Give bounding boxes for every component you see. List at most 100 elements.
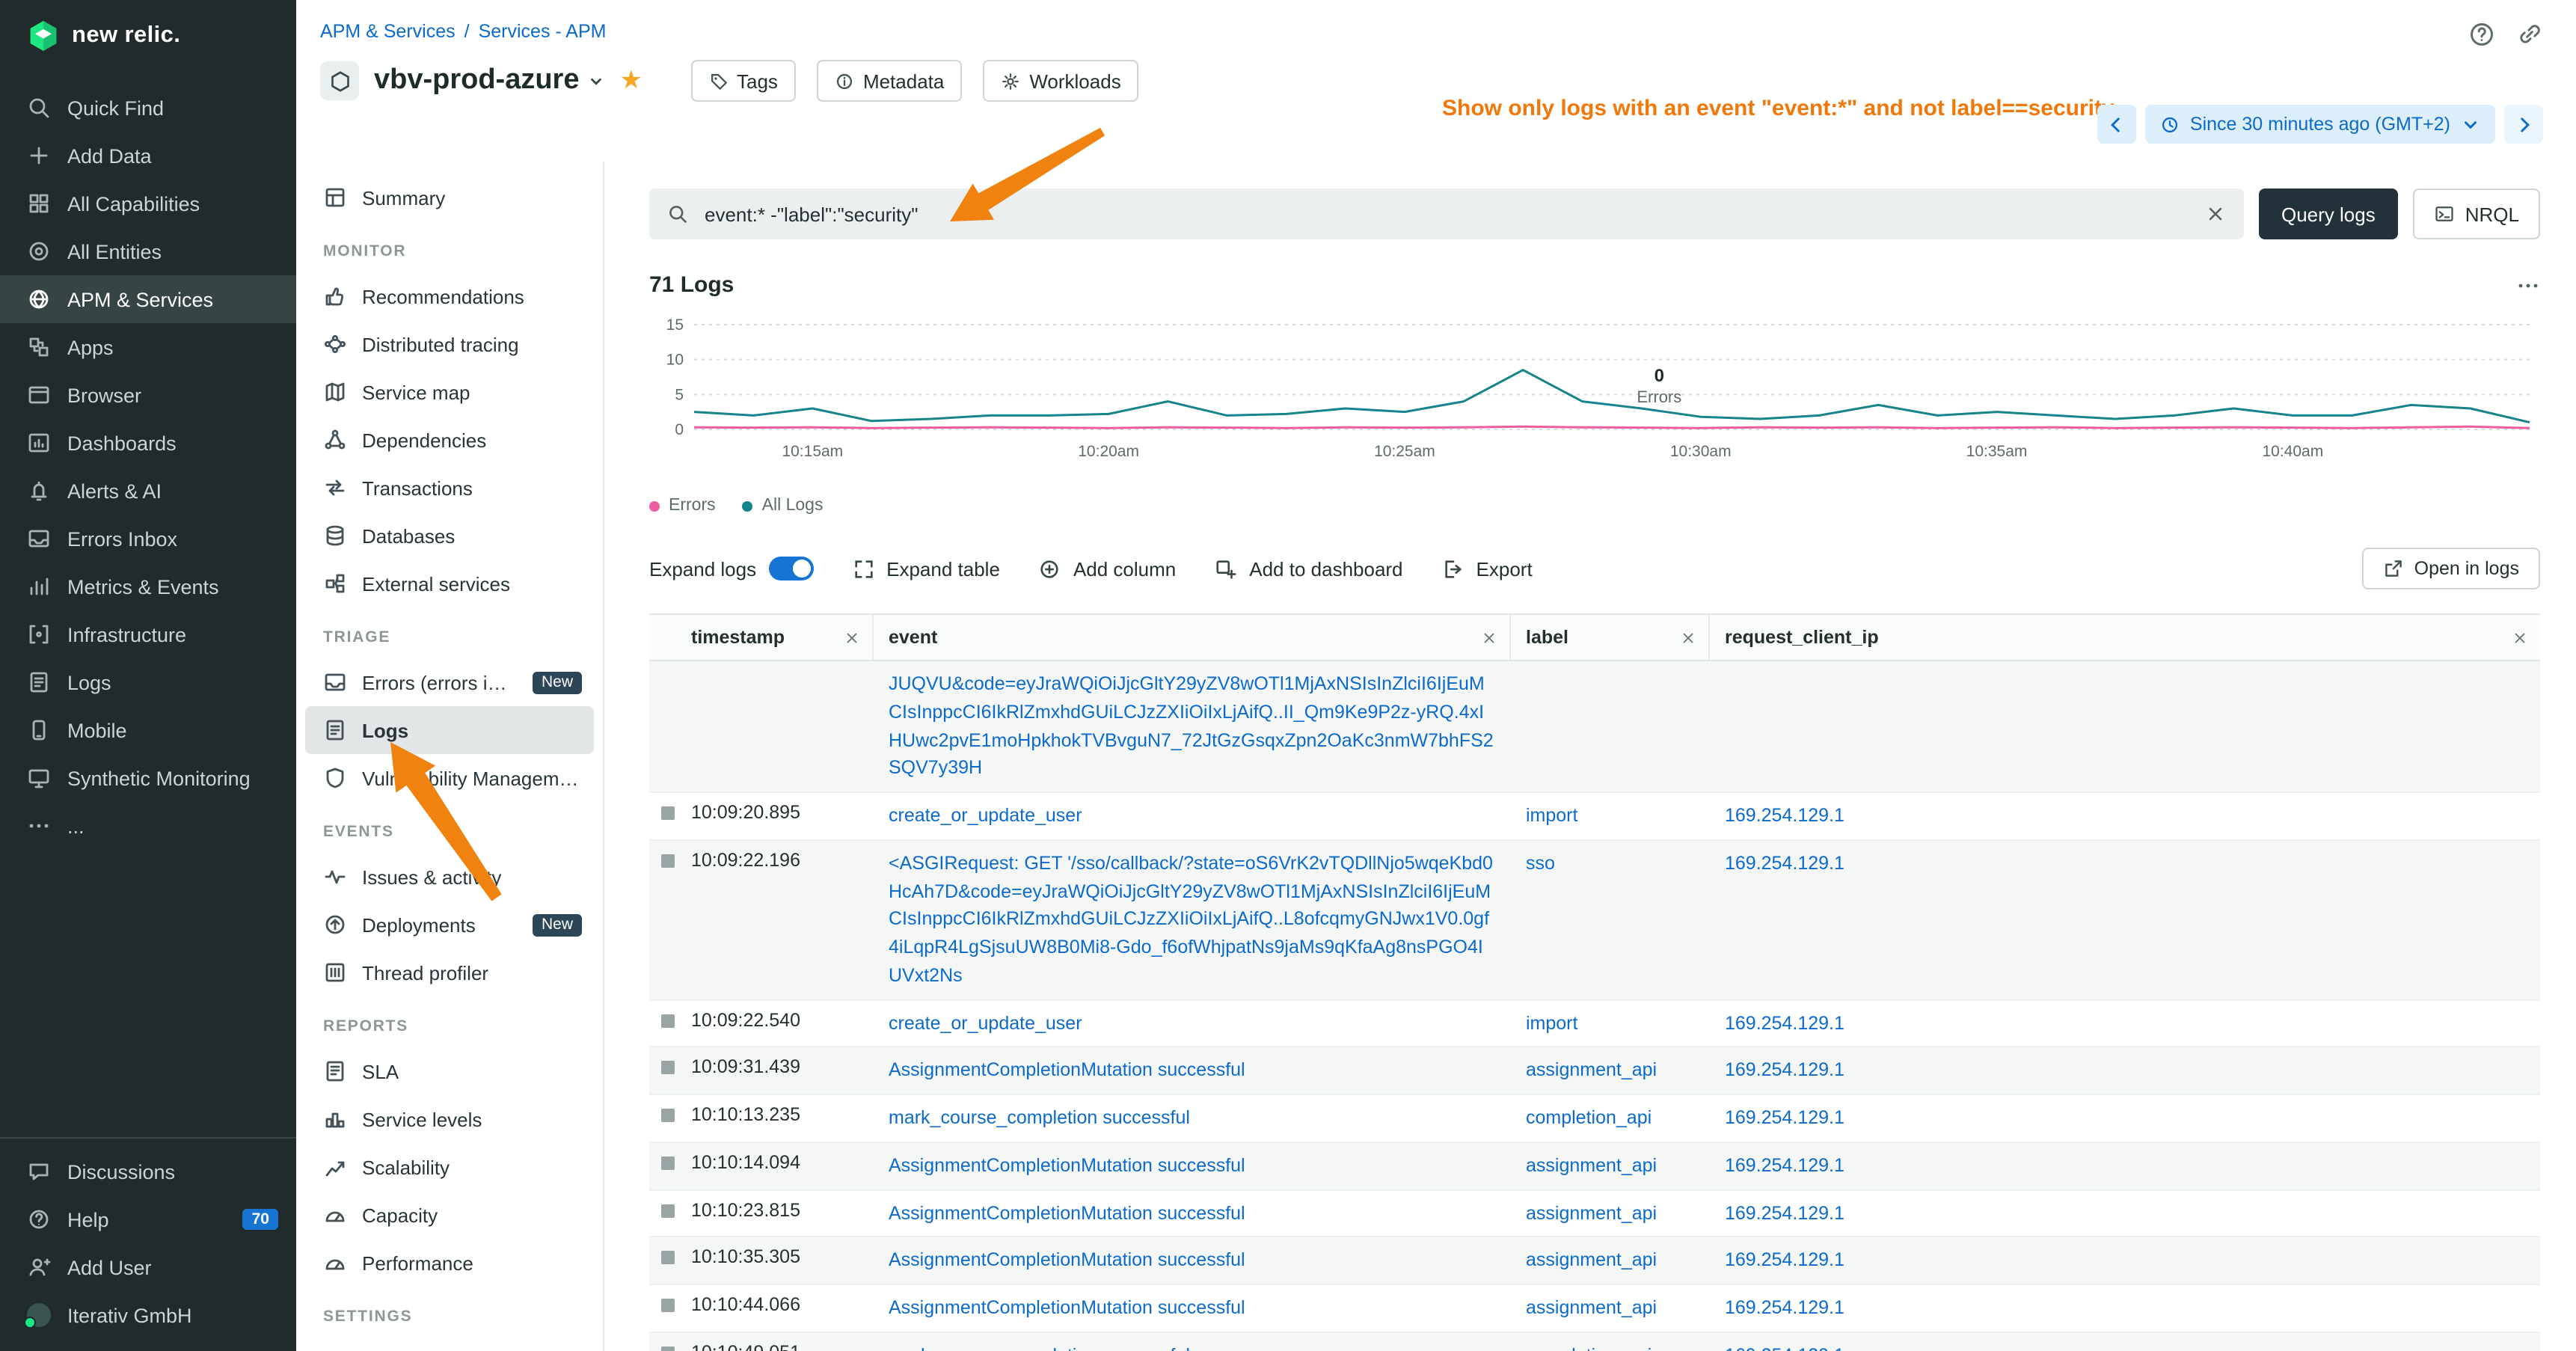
sidebar-item-mobile[interactable]: Mobile <box>0 706 296 754</box>
log-query-input[interactable] <box>702 201 2192 227</box>
add-column-button[interactable]: Add column <box>1039 557 1176 580</box>
subnav-item-sla[interactable]: SLA <box>305 1047 594 1095</box>
clear-column-icon[interactable] <box>844 629 860 646</box>
ip-link[interactable]: 169.254.129.1 <box>1725 853 1844 874</box>
breadcrumb-link-apm[interactable]: APM & Services <box>320 21 456 42</box>
ip-link[interactable]: 169.254.129.1 <box>1725 805 1844 826</box>
export-button[interactable]: Export <box>1442 557 1533 580</box>
time-back-button[interactable] <box>2097 105 2136 144</box>
favorite-star-icon[interactable]: ★ <box>620 66 643 96</box>
subnav-item-logs[interactable]: Logs <box>305 706 594 754</box>
row-checkbox[interactable] <box>661 1062 675 1075</box>
subnav-item-databases[interactable]: Databases <box>305 512 594 560</box>
expand-logs-toggle[interactable] <box>768 557 813 580</box>
subnav-item-transactions[interactable]: Transactions <box>305 464 594 512</box>
row-checkbox[interactable] <box>661 854 675 868</box>
subnav-item-performance[interactable]: Performance <box>305 1239 594 1287</box>
clear-column-icon[interactable] <box>1680 629 1696 646</box>
subnav-item-scalability[interactable]: Scalability <box>305 1143 594 1191</box>
ip-link[interactable]: 169.254.129.1 <box>1725 1012 1844 1033</box>
subnav-item-errors-errors-inb[interactable]: Errors (errors inb...New <box>305 658 594 706</box>
permalink-icon[interactable] <box>2516 21 2543 48</box>
row-checkbox[interactable] <box>661 806 675 820</box>
sidebar-item-add-data[interactable]: Add Data <box>0 132 296 180</box>
sidebar-item-apm-services[interactable]: APM & Services <box>0 275 296 323</box>
event-link[interactable]: mark_course_completion successful <box>889 1107 1190 1128</box>
sidebar-item-errors-inbox[interactable]: Errors Inbox <box>0 515 296 563</box>
clear-column-icon[interactable] <box>2512 629 2528 646</box>
log-table-row[interactable]: 10:09:22.196<ASGIRequest: GET '/sso/call… <box>649 841 2540 1001</box>
sidebar-item-more[interactable]: ... <box>0 802 296 850</box>
breadcrumb-link-services[interactable]: Services - APM <box>479 21 607 42</box>
legend-item-all-logs[interactable]: All Logs <box>743 497 824 515</box>
subnav-item-deployments[interactable]: DeploymentsNew <box>305 901 594 949</box>
event-link[interactable]: AssignmentCompletionMutation successful <box>889 1060 1245 1081</box>
sidebar-item-apps[interactable]: Apps <box>0 323 296 371</box>
log-table-row[interactable]: 10:10:44.066AssignmentCompletionMutation… <box>649 1285 2540 1333</box>
open-in-logs-button[interactable]: Open in logs <box>2362 548 2540 589</box>
sidebar-item-iterativ-gmbh[interactable]: Iterativ GmbH <box>0 1291 296 1339</box>
label-link[interactable]: import <box>1526 805 1577 826</box>
metadata-button[interactable]: Metadata <box>817 60 962 102</box>
ip-link[interactable]: 169.254.129.1 <box>1725 1345 1844 1351</box>
sidebar-item-all-capabilities[interactable]: All Capabilities <box>0 180 296 227</box>
subnav-item-issues-activity[interactable]: Issues & activity <box>305 853 594 901</box>
row-checkbox[interactable] <box>661 1109 675 1122</box>
log-table-row[interactable]: 10:09:22.540create_or_update_userimport1… <box>649 1000 2540 1048</box>
ip-link[interactable]: 169.254.129.1 <box>1725 1060 1844 1081</box>
log-table-row[interactable]: 10:09:20.895create_or_update_userimport1… <box>649 793 2540 841</box>
subnav-item-capacity[interactable]: Capacity <box>305 1191 594 1239</box>
ip-link[interactable]: 169.254.129.1 <box>1725 1297 1844 1318</box>
legend-item-errors[interactable]: Errors <box>649 497 716 515</box>
query-logs-button[interactable]: Query logs <box>2259 189 2398 239</box>
subnav-item-service-levels[interactable]: Service levels <box>305 1095 594 1143</box>
event-link[interactable]: <ASGIRequest: GET '/sso/callback/?state=… <box>889 853 1493 986</box>
subnav-item-vulnerability-management[interactable]: Vulnerability Management <box>305 754 594 802</box>
sidebar-item-dashboards[interactable]: Dashboards <box>0 419 296 467</box>
log-table-row[interactable]: 10:10:49.051mark_course_completion succe… <box>649 1333 2540 1351</box>
event-link[interactable]: AssignmentCompletionMutation successful <box>889 1155 1245 1176</box>
label-link[interactable]: completion_api <box>1526 1107 1652 1128</box>
event-link[interactable]: JUQVU&code=eyJraWQiOiJjcGltY29yZV8wOTl1M… <box>889 673 1494 779</box>
subnav-item-dependencies[interactable]: Dependencies <box>305 416 594 464</box>
label-link[interactable]: assignment_api <box>1526 1297 1657 1318</box>
row-checkbox[interactable] <box>661 1299 675 1312</box>
subnav-item-service-map[interactable]: Service map <box>305 368 594 416</box>
ip-link[interactable]: 169.254.129.1 <box>1725 1155 1844 1176</box>
sidebar-item-infrastructure[interactable]: Infrastructure <box>0 610 296 658</box>
add-to-dashboard-button[interactable]: Add to dashboard <box>1215 557 1402 580</box>
row-checkbox[interactable] <box>661 1204 675 1217</box>
subnav-item-external-services[interactable]: External services <box>305 560 594 607</box>
label-link[interactable]: import <box>1526 1012 1577 1033</box>
event-link[interactable]: AssignmentCompletionMutation successful <box>889 1250 1245 1271</box>
log-table-row[interactable]: 10:10:23.815AssignmentCompletionMutation… <box>649 1190 2540 1238</box>
row-checkbox[interactable] <box>661 1157 675 1170</box>
more-options-icon[interactable] <box>2516 273 2540 297</box>
workloads-button[interactable]: Workloads <box>983 60 1138 102</box>
time-forward-button[interactable] <box>2504 105 2543 144</box>
log-table-row[interactable]: 10:10:14.094AssignmentCompletionMutation… <box>649 1143 2540 1191</box>
label-link[interactable]: completion_api <box>1526 1345 1652 1351</box>
event-link[interactable]: AssignmentCompletionMutation successful <box>889 1297 1245 1318</box>
sidebar-item-add-user[interactable]: Add User <box>0 1243 296 1291</box>
ip-link[interactable]: 169.254.129.1 <box>1725 1250 1844 1271</box>
clear-column-icon[interactable] <box>1481 629 1497 646</box>
label-link[interactable]: assignment_api <box>1526 1250 1657 1271</box>
sidebar-item-help[interactable]: Help70 <box>0 1195 296 1243</box>
sidebar-item-logs[interactable]: Logs <box>0 658 296 706</box>
clear-query-icon[interactable] <box>2205 203 2226 224</box>
event-link[interactable]: create_or_update_user <box>889 805 1082 826</box>
event-link[interactable]: create_or_update_user <box>889 1012 1082 1033</box>
entity-title-dropdown[interactable]: vbv-prod-azure <box>374 64 605 97</box>
label-link[interactable]: sso <box>1526 853 1555 874</box>
sidebar-item-quick-find[interactable]: Quick Find <box>0 84 296 132</box>
subnav-item-distributed-tracing[interactable]: Distributed tracing <box>305 320 594 368</box>
sidebar-item-alerts-ai[interactable]: Alerts & AI <box>0 467 296 515</box>
label-link[interactable]: assignment_api <box>1526 1060 1657 1081</box>
subnav-item-summary[interactable]: Summary <box>305 174 594 221</box>
row-checkbox[interactable] <box>661 1347 675 1351</box>
sidebar-item-discussions[interactable]: Discussions <box>0 1148 296 1195</box>
log-table-row[interactable]: JUQVU&code=eyJraWQiOiJjcGltY29yZV8wOTl1M… <box>649 661 2540 793</box>
sidebar-item-all-entities[interactable]: All Entities <box>0 227 296 275</box>
label-link[interactable]: assignment_api <box>1526 1202 1657 1223</box>
